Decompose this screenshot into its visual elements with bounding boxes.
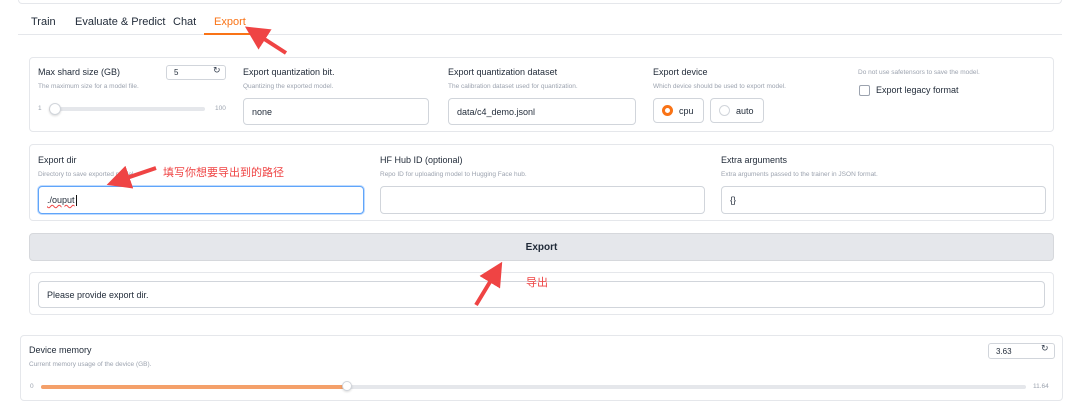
arrow-to-export-dir [106, 165, 157, 189]
arrow-to-export-tab [244, 26, 288, 55]
annotation-arrows [106, 26, 503, 307]
arrow-to-export-button [474, 261, 503, 307]
